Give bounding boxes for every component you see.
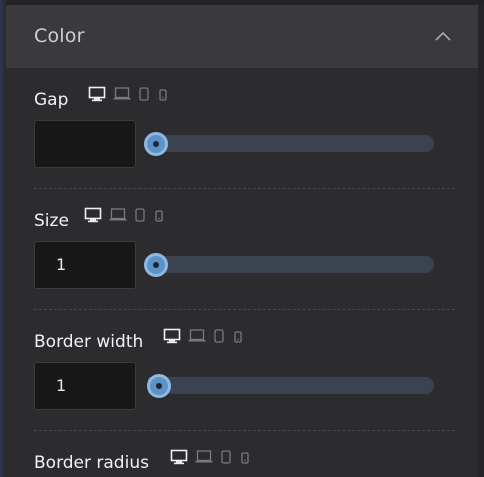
laptop-icon[interactable] <box>188 328 206 344</box>
responsive-device-switcher <box>170 449 251 465</box>
gap-label: Gap <box>34 90 69 110</box>
laptop-icon[interactable] <box>195 449 213 465</box>
desktop-icon[interactable] <box>84 207 102 223</box>
mobile-icon[interactable] <box>153 207 165 223</box>
border-width-label: Border width <box>34 332 144 352</box>
size-control: Size 1 <box>34 206 455 316</box>
border-width-slider-thumb[interactable] <box>147 373 171 398</box>
gap-value-input[interactable] <box>34 120 136 168</box>
divider <box>34 188 455 189</box>
border-radius-label: Border radius <box>34 453 149 473</box>
tablet-icon[interactable] <box>138 86 150 102</box>
mobile-icon[interactable] <box>232 328 244 344</box>
chevron-up-icon[interactable] <box>435 29 451 45</box>
section-title: Color <box>34 25 85 47</box>
divider <box>34 430 455 431</box>
gap-control: Gap <box>34 85 455 195</box>
divider <box>34 309 455 310</box>
desktop-icon[interactable] <box>163 328 181 344</box>
desktop-icon[interactable] <box>170 449 188 465</box>
gap-slider[interactable] <box>144 131 434 156</box>
color-section-header[interactable]: Color <box>6 5 481 69</box>
gap-slider-thumb[interactable] <box>144 131 168 156</box>
laptop-icon[interactable] <box>109 207 127 223</box>
size-label: Size <box>34 211 69 231</box>
tablet-icon[interactable] <box>220 449 232 465</box>
mobile-icon[interactable] <box>157 86 169 102</box>
style-panel: Color Gap Size 1 Border width 1 Border r… <box>0 0 484 477</box>
border-width-slider[interactable] <box>147 373 434 398</box>
size-value-input[interactable]: 1 <box>34 241 136 289</box>
responsive-device-switcher <box>84 207 165 223</box>
size-slider[interactable] <box>144 252 434 277</box>
responsive-device-switcher <box>163 328 244 344</box>
laptop-icon[interactable] <box>113 86 131 102</box>
size-slider-thumb[interactable] <box>144 252 168 277</box>
border-width-control: Border width 1 <box>34 327 455 437</box>
tablet-icon[interactable] <box>134 207 146 223</box>
border-radius-control: Border radius <box>34 448 455 477</box>
border-width-value-input[interactable]: 1 <box>34 362 136 410</box>
panel-scroll-edge <box>478 5 484 477</box>
responsive-device-switcher <box>88 86 169 102</box>
mobile-icon[interactable] <box>239 449 251 465</box>
desktop-icon[interactable] <box>88 86 106 102</box>
tablet-icon[interactable] <box>213 328 225 344</box>
